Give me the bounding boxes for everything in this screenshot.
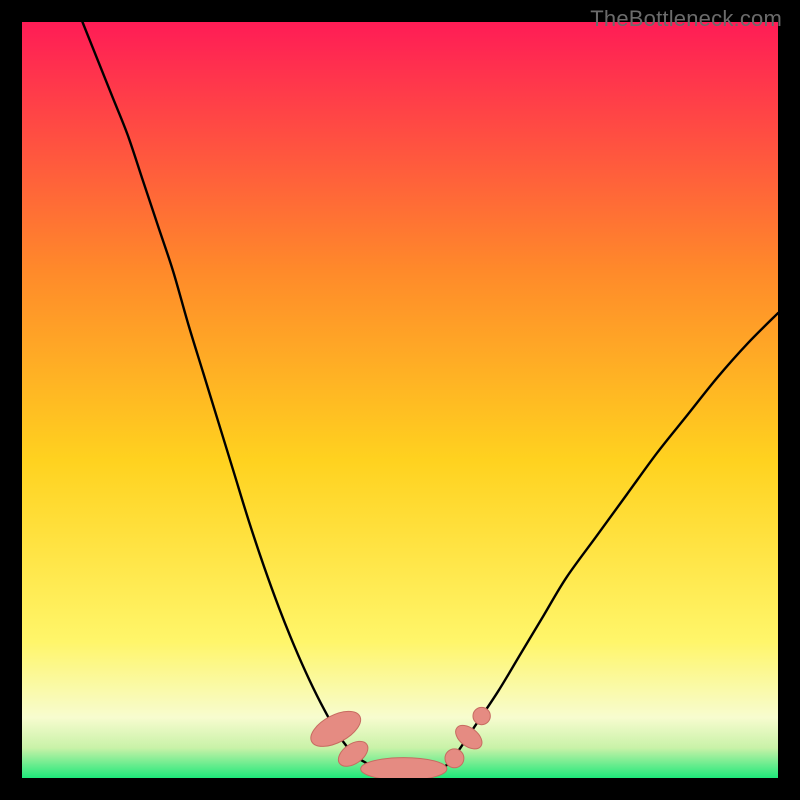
- plot-area: [22, 22, 778, 778]
- valley-marker-dot: [445, 749, 464, 768]
- watermark-text: TheBottleneck.com: [590, 6, 782, 32]
- valley-marker-dot: [473, 707, 490, 724]
- valley-marker-pill: [361, 758, 447, 778]
- chart-frame: TheBottleneck.com: [0, 0, 800, 800]
- gradient-background: [22, 22, 778, 778]
- chart-svg: [22, 22, 778, 778]
